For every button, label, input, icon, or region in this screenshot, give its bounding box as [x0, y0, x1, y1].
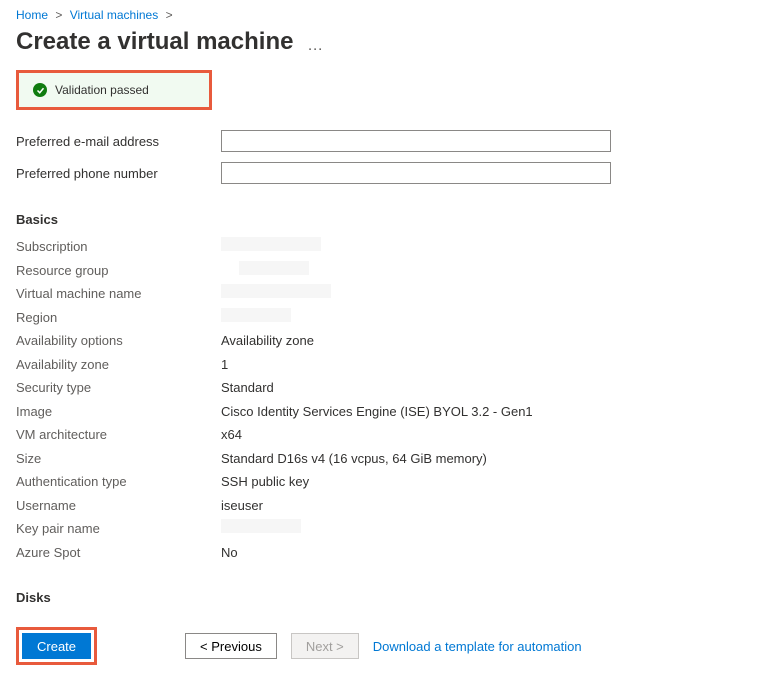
availability-zone-label: Availability zone: [16, 355, 221, 375]
availability-zone-value: 1: [221, 355, 228, 375]
vm-architecture-value: x64: [221, 425, 242, 445]
next-button: Next >: [291, 633, 359, 659]
region-label: Region: [16, 308, 221, 328]
azure-spot-label: Azure Spot: [16, 543, 221, 563]
subscription-value: [221, 237, 321, 257]
size-value: Standard D16s v4 (16 vcpus, 64 GiB memor…: [221, 449, 487, 469]
download-template-link[interactable]: Download a template for automation: [373, 639, 582, 654]
size-label: Size: [16, 449, 221, 469]
email-label: Preferred e-mail address: [16, 134, 221, 149]
image-value: Cisco Identity Services Engine (ISE) BYO…: [221, 402, 533, 422]
phone-label: Preferred phone number: [16, 166, 221, 181]
subscription-label: Subscription: [16, 237, 221, 257]
email-field[interactable]: [221, 130, 611, 152]
vm-architecture-label: VM architecture: [16, 425, 221, 445]
chevron-right-icon: >: [55, 8, 62, 22]
previous-button[interactable]: < Previous: [185, 633, 277, 659]
footer-actions: Create < Previous Next > Download a temp…: [16, 627, 765, 665]
disks-section-title: Disks: [16, 590, 765, 605]
phone-field[interactable]: [221, 162, 611, 184]
breadcrumb: Home > Virtual machines >: [16, 8, 765, 22]
validation-message: Validation passed: [55, 83, 149, 97]
more-icon[interactable]: …: [307, 37, 323, 54]
auth-type-value: SSH public key: [221, 472, 309, 492]
validation-banner: Validation passed: [19, 73, 209, 107]
security-type-value: Standard: [221, 378, 274, 398]
create-button[interactable]: Create: [22, 633, 91, 659]
availability-options-value: Availability zone: [221, 331, 314, 351]
region-value: [221, 308, 291, 328]
breadcrumb-virtual-machines[interactable]: Virtual machines: [70, 8, 159, 22]
security-type-label: Security type: [16, 378, 221, 398]
azure-spot-value: No: [221, 543, 238, 563]
image-label: Image: [16, 402, 221, 422]
page-title: Create a virtual machine: [16, 28, 293, 56]
username-label: Username: [16, 496, 221, 516]
create-highlight: Create: [16, 627, 97, 665]
breadcrumb-home[interactable]: Home: [16, 8, 48, 22]
vm-name-value: [221, 284, 331, 304]
username-value: iseuser: [221, 496, 263, 516]
auth-type-label: Authentication type: [16, 472, 221, 492]
resource-group-label: Resource group: [16, 261, 221, 281]
keypair-label: Key pair name: [16, 519, 221, 539]
checkmark-icon: [33, 83, 47, 97]
chevron-right-icon: >: [166, 8, 173, 22]
validation-highlight: Validation passed: [16, 70, 212, 110]
vm-name-label: Virtual machine name: [16, 284, 221, 304]
basics-section-title: Basics: [16, 212, 765, 227]
keypair-value: [221, 519, 301, 539]
availability-options-label: Availability options: [16, 331, 221, 351]
resource-group-value: [221, 261, 309, 281]
